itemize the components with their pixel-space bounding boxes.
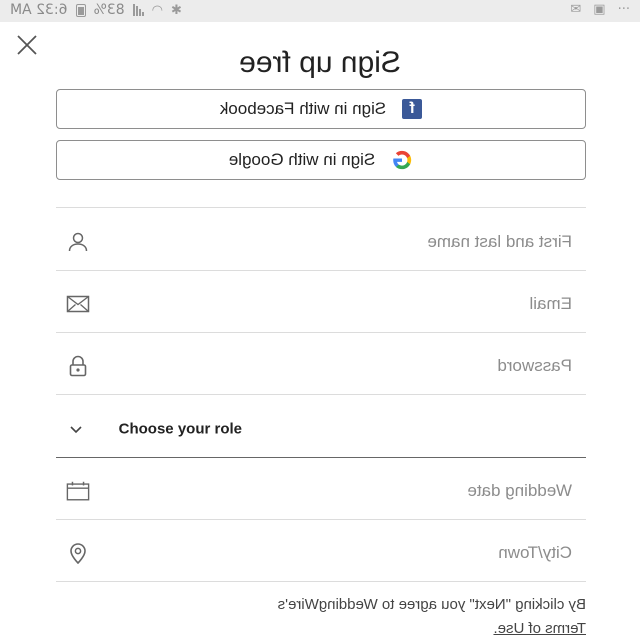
status-bar: ··· ▣ ✉ ✱ ◠ 83% 6:32 AM (0, 0, 640, 22)
city-field-row (56, 524, 586, 582)
city-input[interactable] (106, 536, 578, 570)
status-bar-notifications: ··· ▣ ✉ (570, 2, 630, 17)
signal-icon (132, 4, 144, 16)
role-select[interactable]: Choose your role (56, 400, 586, 458)
battery-icon (75, 3, 86, 17)
password-input[interactable] (106, 349, 578, 383)
google-icon (393, 150, 412, 170)
bluetooth-icon: ✱ (171, 2, 182, 18)
terms-notice: By clicking "Next" you agree to WeddingW… (56, 593, 586, 641)
email-field-row (56, 275, 586, 333)
google-signin-label: Sign in with Google (228, 150, 376, 169)
terms-of-use-link[interactable]: Terms of Use. (493, 620, 586, 637)
facebook-signin-button[interactable]: f Sign in with Facebook (56, 89, 586, 129)
facebook-signin-label: Sign in with Facebook (219, 99, 387, 118)
terms-text: By clicking "Next" you agree to WeddingW… (277, 596, 586, 613)
calendar-icon (66, 479, 90, 503)
screen-mirrored: ··· ▣ ✉ ✱ ◠ 83% 6:32 AM Sign up free f S… (0, 0, 640, 640)
image-icon: ▣ (593, 2, 606, 17)
battery-percent: 83% (93, 2, 125, 18)
name-field-row (56, 213, 586, 271)
section-divider (56, 207, 586, 208)
more-dots-icon: ··· (617, 2, 630, 17)
user-icon (66, 230, 90, 254)
role-select-label: Choose your role (118, 420, 242, 437)
facebook-icon: f (402, 99, 423, 119)
name-input[interactable] (106, 225, 578, 259)
clock: 6:32 AM (10, 2, 68, 18)
password-field-row (56, 337, 586, 395)
email-input[interactable] (106, 287, 578, 321)
notification-icon: ✉ (570, 2, 582, 17)
wifi-icon: ◠ (151, 2, 164, 18)
chevron-down-icon (70, 425, 82, 433)
mail-icon (66, 292, 90, 316)
google-signin-button[interactable]: Sign in with Google (56, 140, 586, 180)
page-title: Sign up free (239, 46, 401, 79)
wedding-date-field-row (56, 462, 586, 520)
lock-icon (66, 354, 90, 378)
location-pin-icon (66, 541, 90, 565)
wedding-date-input[interactable] (106, 474, 578, 508)
status-bar-system: ✱ ◠ 83% 6:32 AM (10, 2, 182, 18)
